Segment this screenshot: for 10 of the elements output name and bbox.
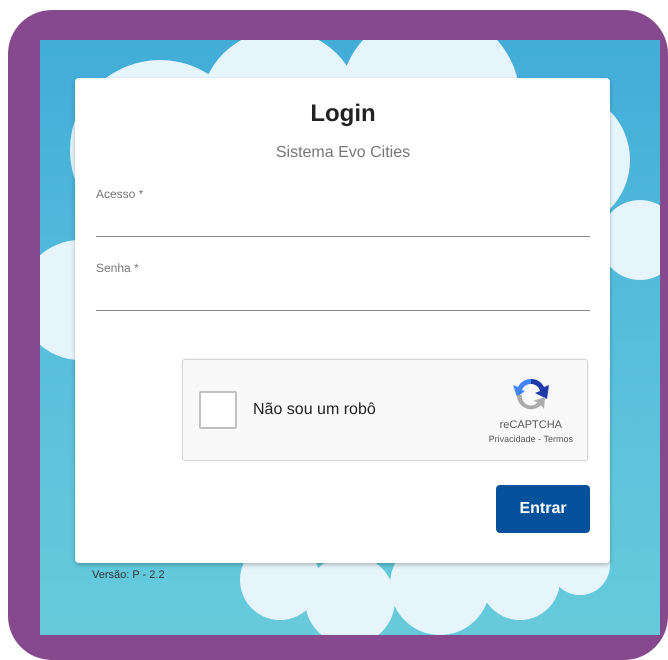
field-label: Senha *	[96, 260, 140, 277]
submit-button[interactable]: Entrar	[496, 484, 590, 533]
captcha-label: Não sou um robô	[253, 400, 377, 420]
login-title: Login	[309, 100, 377, 129]
captcha-checkbox[interactable]	[199, 390, 237, 429]
privacy-terms-link[interactable]: Privacidade - Termos	[488, 433, 573, 447]
system-subtitle: Sistema Evo Cities	[274, 142, 412, 163]
field-label: Acesso *	[96, 186, 144, 203]
version-text: Versão: P - 2.2	[92, 568, 166, 583]
recaptcha-brand: reCAPTCHA	[500, 418, 562, 433]
